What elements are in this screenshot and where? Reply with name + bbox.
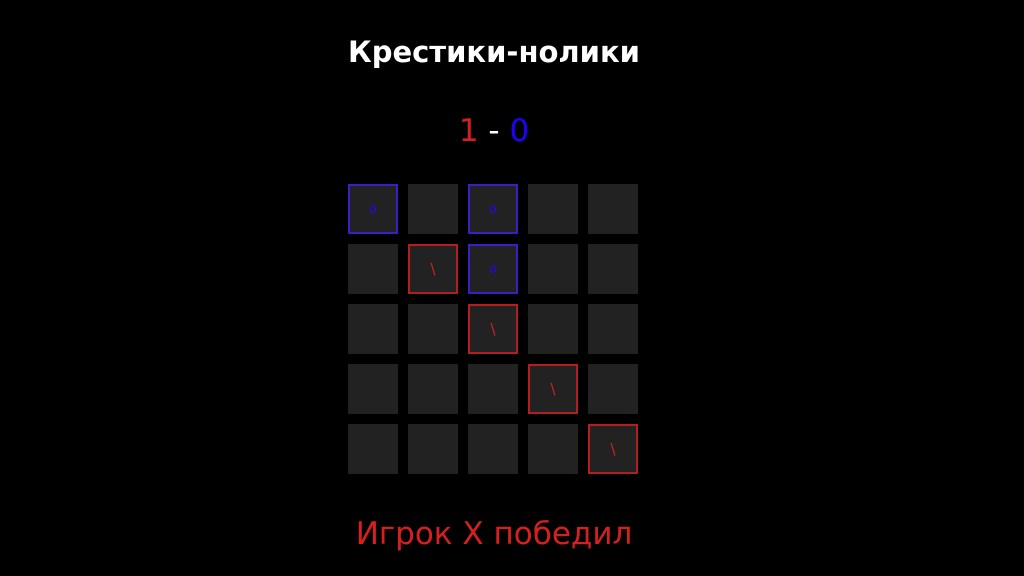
board-cell-4-3[interactable]	[528, 424, 578, 474]
board-cell-0-4[interactable]	[588, 184, 638, 234]
board-cell-4-4[interactable]: \	[588, 424, 638, 474]
board-cell-0-0[interactable]: o	[348, 184, 398, 234]
board-cell-0-1[interactable]	[408, 184, 458, 234]
score-o: 0	[509, 113, 530, 149]
board-cell-2-3[interactable]	[528, 304, 578, 354]
board-cell-1-2[interactable]: o	[468, 244, 518, 294]
game-status: Игрок X победил	[355, 516, 633, 552]
board-cell-0-2[interactable]: o	[468, 184, 518, 234]
board-cell-3-2[interactable]	[468, 364, 518, 414]
x-mark: \	[550, 380, 556, 398]
board-cell-3-4[interactable]	[588, 364, 638, 414]
board-cell-1-0[interactable]	[348, 244, 398, 294]
score-separator: -	[488, 113, 500, 149]
board-cell-3-1[interactable]	[408, 364, 458, 414]
x-mark: \	[430, 260, 436, 278]
o-mark: o	[489, 201, 497, 217]
x-mark: \	[610, 440, 616, 458]
board-cell-3-3[interactable]: \	[528, 364, 578, 414]
board-cell-4-1[interactable]	[408, 424, 458, 474]
board-cell-2-0[interactable]	[348, 304, 398, 354]
board-cell-1-1[interactable]: \	[408, 244, 458, 294]
board-cell-1-3[interactable]	[528, 244, 578, 294]
x-mark: \	[490, 320, 496, 338]
board-cell-2-2[interactable]: \	[468, 304, 518, 354]
board-cell-4-2[interactable]	[468, 424, 518, 474]
board-cell-2-4[interactable]	[588, 304, 638, 354]
score-display: 1 - 0	[0, 111, 988, 151]
game-title: Крестики-нолики	[347, 35, 640, 69]
board-cell-4-0[interactable]	[348, 424, 398, 474]
score-x: 1	[458, 113, 479, 149]
o-mark: o	[489, 261, 497, 277]
board-cell-0-3[interactable]	[528, 184, 578, 234]
game-board: o o \ o \ \ \	[348, 184, 640, 476]
board-cell-2-1[interactable]	[408, 304, 458, 354]
board-cell-3-0[interactable]	[348, 364, 398, 414]
o-mark: o	[369, 201, 377, 217]
board-cell-1-4[interactable]	[588, 244, 638, 294]
